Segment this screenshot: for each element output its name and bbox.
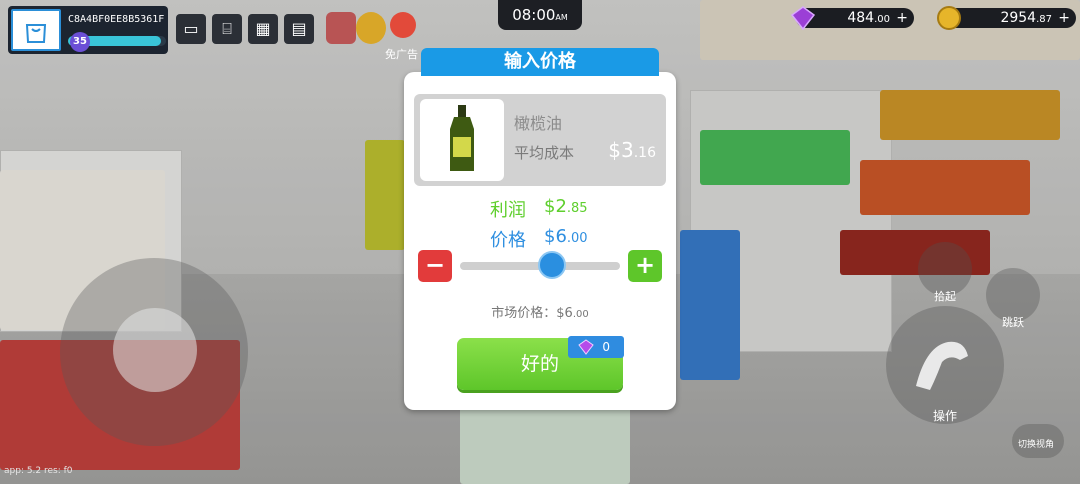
grid-menu-icon: ▦ xyxy=(255,19,271,38)
profit-main: $2 xyxy=(544,196,567,217)
market-price-label: 市场价格： xyxy=(491,306,557,321)
money-button[interactable]: ▤ xyxy=(284,14,314,44)
wheel-icon[interactable] xyxy=(356,12,386,44)
computer-icon: ▭ xyxy=(183,19,199,38)
product-name: 橄榄油 xyxy=(514,114,563,133)
avatar xyxy=(11,9,61,51)
no-ads-label: 免广告 xyxy=(385,48,418,61)
product-thumbnail xyxy=(420,99,504,181)
avg-cost-label: 平均成本 xyxy=(514,144,575,162)
profit-dec: .85 xyxy=(566,201,588,216)
decrease-price-button[interactable]: − xyxy=(418,250,452,282)
version-text: app: 5.2 res: f0 xyxy=(4,466,73,476)
shopping-bag-icon xyxy=(25,24,47,43)
olive-oil-bottle-icon xyxy=(450,105,474,171)
plus-icon: + xyxy=(634,251,656,279)
profit-value: $2.85 xyxy=(544,196,588,217)
pickup-label: 拾起 xyxy=(934,290,956,303)
gem-icon xyxy=(578,339,594,355)
jump-label: 跳跃 xyxy=(1002,316,1024,329)
cash-counter[interactable]: 2954.87 + xyxy=(937,6,1076,30)
computer-button[interactable]: ▭ xyxy=(176,14,206,44)
dialog-title: 输入价格 xyxy=(421,48,659,76)
clock-time: 08:00 xyxy=(512,6,556,24)
price-slider-handle[interactable] xyxy=(538,251,566,279)
avg-cost-main: $3 xyxy=(608,138,634,162)
clock: 08:00AM xyxy=(498,0,582,30)
no-ads-icon[interactable] xyxy=(390,12,416,38)
level-badge: 35 xyxy=(70,32,90,52)
money-icon: ▤ xyxy=(291,19,307,38)
add-cash-icon[interactable]: + xyxy=(1058,8,1070,28)
market-price-main: $6 xyxy=(556,306,573,321)
cash-amount-dec: .87 xyxy=(1036,14,1052,25)
minus-icon: − xyxy=(424,251,446,279)
market-price-dec: .00 xyxy=(572,309,589,320)
avg-cost-value: $3.16 xyxy=(608,138,656,162)
player-profile[interactable]: C8A4BF0EE8B5361F 35 xyxy=(8,6,168,54)
price-value: $6.00 xyxy=(544,226,588,247)
market-price: 市场价格：$6.00 xyxy=(404,302,676,321)
coin-icon xyxy=(937,6,961,30)
add-gems-icon[interactable]: + xyxy=(896,8,908,28)
action-label: 操作 xyxy=(933,409,958,423)
avg-cost-dec: .16 xyxy=(633,145,656,161)
switch-camera-label: 切换视角 xyxy=(1018,440,1055,450)
profit-label: 利润 xyxy=(490,200,526,221)
confirm-label: 好的 xyxy=(520,353,559,375)
player-id: C8A4BF0EE8B5361F xyxy=(68,14,165,25)
price-dec: .00 xyxy=(566,231,588,246)
joystick-knob[interactable] xyxy=(113,308,197,392)
increase-price-button[interactable]: + xyxy=(628,250,662,282)
cash-amount: 2954 xyxy=(1000,10,1037,26)
price-label: 价格 xyxy=(490,230,526,251)
ad-offer-button[interactable] xyxy=(326,12,356,44)
product-card: 橄榄油 平均成本 $3.16 xyxy=(414,94,666,186)
price-dialog: 橄榄油 平均成本 $3.16 利润 $2.85 价格 $6.00 − + 市场价… xyxy=(404,72,676,410)
price-main: $6 xyxy=(544,226,567,247)
clock-suffix: AM xyxy=(555,13,568,22)
gem-cost-badge: 0 xyxy=(568,336,624,358)
gem-icon xyxy=(790,6,816,31)
gem-amount-dec: .00 xyxy=(874,14,890,25)
gem-amount: 484 xyxy=(847,10,875,26)
gem-cost-value: 0 xyxy=(602,340,610,354)
cash-register-button[interactable]: ⌸ xyxy=(212,14,242,44)
grid-menu-button[interactable]: ▦ xyxy=(248,14,278,44)
cash-register-icon: ⌸ xyxy=(222,19,232,38)
gem-counter[interactable]: 484.00 + xyxy=(790,6,914,31)
